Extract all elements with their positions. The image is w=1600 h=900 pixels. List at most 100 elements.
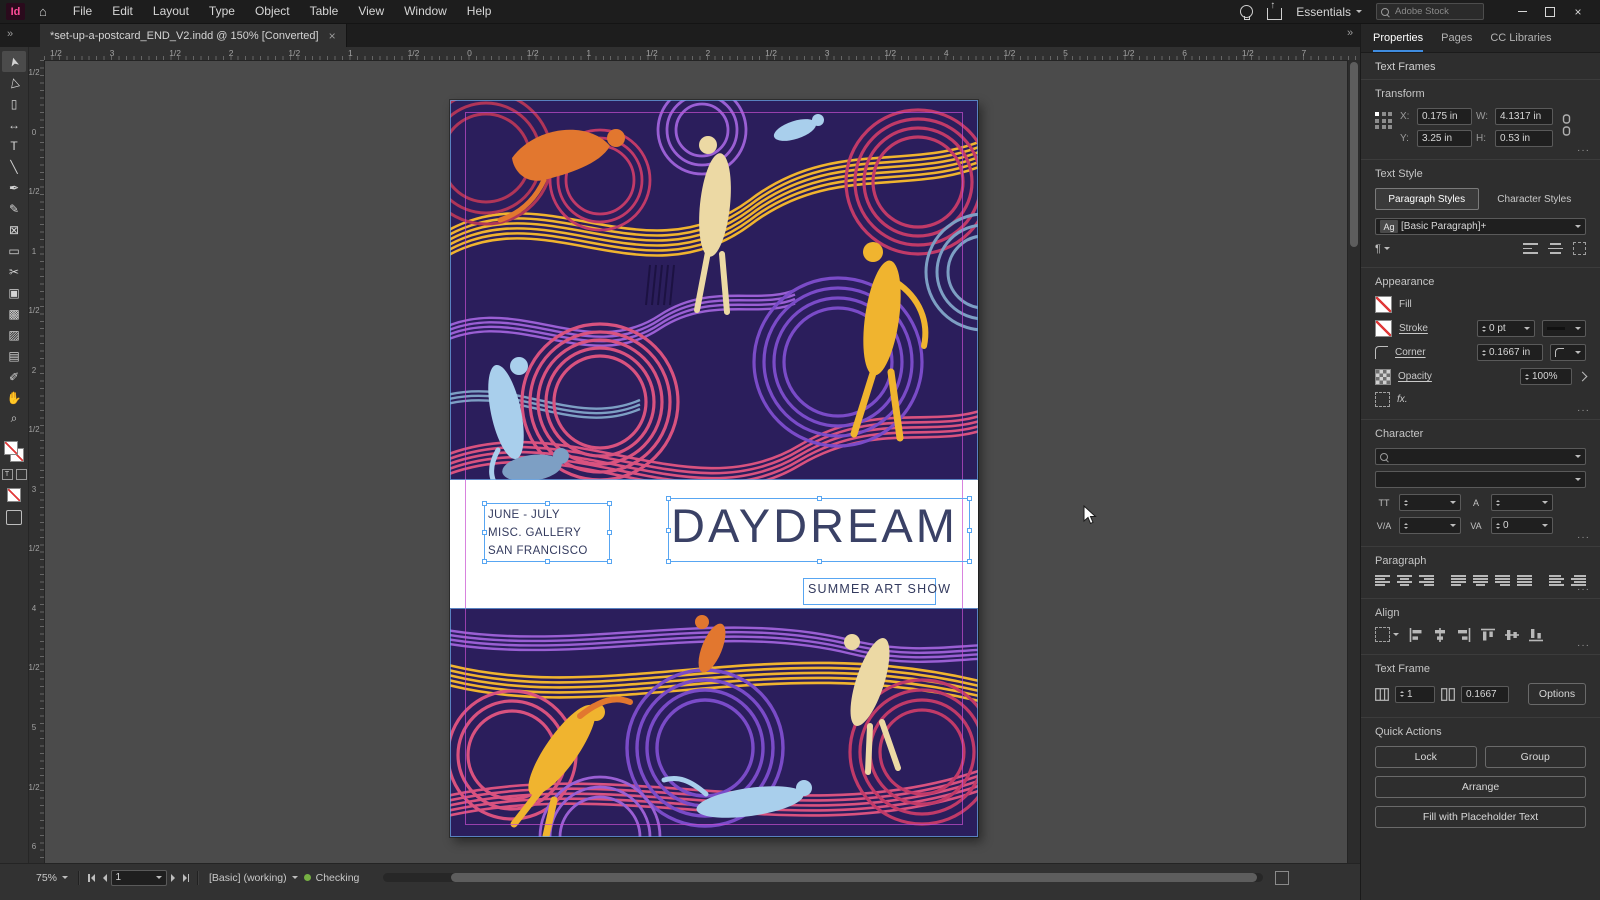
restore-button[interactable]	[1536, 1, 1564, 23]
font-style-select[interactable]	[1375, 471, 1586, 488]
document-page[interactable]: JUNE - JULY MISC. GALLERY SAN FRANCISCO …	[450, 100, 978, 837]
workspace-switcher[interactable]: Essentials	[1296, 5, 1362, 19]
fx-label[interactable]: fx.	[1397, 394, 1408, 405]
align-left-icon[interactable]	[1375, 575, 1390, 586]
corner-shape-select[interactable]	[1550, 344, 1586, 361]
character-styles-tab[interactable]: Character Styles	[1483, 188, 1587, 210]
selection-handle[interactable]	[544, 501, 550, 506]
opacity-link[interactable]: Opacity	[1398, 371, 1432, 382]
pilcrow-options-icon[interactable]: ¶	[1375, 243, 1381, 255]
selection-handle[interactable]	[967, 559, 972, 564]
object-effects-icon[interactable]	[1375, 392, 1390, 407]
menu-edit[interactable]: Edit	[102, 0, 143, 23]
selection-handle[interactable]	[666, 559, 671, 564]
formatting-affects-text-toggle[interactable]: T	[1, 469, 13, 480]
y-input[interactable]: 3.25 in	[1417, 130, 1472, 147]
align-towards-spine-icon[interactable]	[1549, 575, 1564, 586]
close-button[interactable]: ×	[1564, 1, 1592, 23]
tool-pen[interactable]: ✒	[2, 177, 26, 198]
screen-mode-button[interactable]	[6, 510, 22, 525]
align-right-edges-icon[interactable]	[1457, 627, 1471, 642]
corner-link[interactable]: Corner	[1395, 347, 1426, 358]
tool-hand[interactable]: ✋	[2, 387, 26, 408]
text-frame-details[interactable]: JUNE - JULY MISC. GALLERY SAN FRANCISCO	[482, 501, 612, 564]
minimize-button[interactable]	[1508, 1, 1536, 23]
more-options-button[interactable]: ···	[1577, 145, 1590, 156]
stroke-style-select[interactable]	[1542, 320, 1586, 337]
more-options-button[interactable]: ···	[1577, 405, 1590, 416]
first-page-button[interactable]	[84, 873, 99, 882]
selection-handle[interactable]	[816, 559, 822, 564]
horizontal-scrollbar-thumb[interactable]	[451, 873, 1258, 882]
align-bottom-edges-icon[interactable]	[1529, 628, 1543, 642]
stroke-link[interactable]: Stroke	[1399, 323, 1428, 334]
tool-scissors[interactable]: ✂	[2, 261, 26, 282]
align-vertical-centers-icon[interactable]	[1505, 628, 1519, 642]
tool-eyedropper[interactable]: ✐	[2, 366, 26, 387]
selection-handle[interactable]	[607, 501, 612, 506]
text-frame-subtitle[interactable]: SUMMER ART SHOW	[803, 578, 950, 605]
align-right-icon[interactable]	[1419, 575, 1434, 586]
horizontal-scrollbar[interactable]	[383, 873, 1264, 882]
menu-help[interactable]: Help	[457, 0, 502, 23]
paragraph-style-select[interactable]: Ag [Basic Paragraph]+	[1375, 218, 1586, 235]
fill-color-swatch[interactable]	[1375, 296, 1392, 313]
selection-handle[interactable]	[482, 559, 487, 564]
corner-radius-input[interactable]: 0.1667 in	[1477, 344, 1543, 361]
leading-input[interactable]	[1491, 494, 1553, 511]
tool-gradient-feather[interactable]: ▨	[2, 324, 26, 345]
last-page-button[interactable]	[179, 873, 194, 882]
horizontal-ruler[interactable]: 1/2 3 1/2 2 1/2 1 1/2 0 1/2 1 1/2 2 1/2 3 1/2 4 1/2 5 1/2 6…	[44, 47, 1361, 61]
menu-type[interactable]: Type	[199, 0, 245, 23]
menu-view[interactable]: View	[348, 0, 394, 23]
document-tab[interactable]: *set-up-a-postcard_END_V2.indd @ 150% [C…	[40, 24, 347, 47]
apply-none-button[interactable]	[7, 488, 21, 502]
group-button[interactable]: Group	[1484, 746, 1586, 768]
gutter-input[interactable]: 0.1667	[1461, 685, 1509, 703]
selection-handle[interactable]	[967, 527, 972, 533]
next-page-button[interactable]	[167, 873, 179, 882]
tool-direct-selection[interactable]: ▷	[2, 72, 26, 93]
tool-gap[interactable]: ↔	[2, 114, 26, 135]
more-options-button[interactable]: ···	[1577, 532, 1590, 543]
align-top-edges-icon[interactable]	[1481, 628, 1495, 642]
tool-type[interactable]: T	[2, 135, 26, 156]
previous-page-button[interactable]	[99, 873, 111, 882]
vertical-scrollbar[interactable]	[1347, 60, 1361, 864]
opacity-input[interactable]: 100%	[1520, 368, 1572, 385]
formatting-affects-container-toggle[interactable]	[15, 469, 27, 480]
tool-rectangle-frame[interactable]: ⊠	[2, 219, 26, 240]
justify-last-right-icon[interactable]	[1495, 575, 1510, 586]
selection-handle[interactable]	[816, 496, 822, 501]
redefine-style-icon[interactable]	[1523, 243, 1538, 254]
menu-table[interactable]: Table	[300, 0, 349, 23]
tool-selection[interactable]: ➤	[2, 51, 26, 72]
home-icon[interactable]: ⌂	[39, 4, 47, 19]
left-dock-toggle[interactable]: »	[7, 28, 13, 40]
opacity-expand-icon[interactable]	[1577, 371, 1588, 382]
fill-stroke-proxy[interactable]	[3, 439, 25, 463]
selection-handle[interactable]	[666, 496, 671, 501]
preflight-profile-select[interactable]: [Basic] (working)	[203, 872, 304, 884]
font-size-input[interactable]	[1399, 494, 1461, 511]
reference-point-grid[interactable]	[1375, 112, 1392, 129]
font-family-select[interactable]	[1375, 448, 1586, 465]
menu-object[interactable]: Object	[245, 0, 300, 23]
selection-handle[interactable]	[967, 496, 972, 501]
tool-pencil[interactable]: ✎	[2, 198, 26, 219]
justify-last-left-icon[interactable]	[1451, 575, 1466, 586]
tool-page[interactable]: ▯	[2, 93, 26, 114]
stroke-color-swatch[interactable]	[1375, 320, 1392, 337]
tool-gradient-swatch[interactable]: ▩	[2, 303, 26, 324]
stroke-weight-input[interactable]: 0 pt	[1477, 320, 1535, 337]
vertical-ruler[interactable]: 1/2 0 1/2 1 1/2 2 1/2 3 1/2 4 1/2 5 1/2 6	[28, 60, 45, 864]
arrange-button[interactable]: Arrange	[1375, 776, 1586, 798]
x-input[interactable]: 0.175 in	[1417, 108, 1472, 125]
justify-last-center-icon[interactable]	[1473, 575, 1488, 586]
tab-properties[interactable]: Properties	[1373, 32, 1424, 52]
selection-handle[interactable]	[666, 527, 671, 533]
paragraph-styles-tab[interactable]: Paragraph Styles	[1375, 188, 1479, 210]
align-left-edges-icon[interactable]	[1409, 627, 1423, 642]
stock-search-input[interactable]	[1393, 5, 1475, 18]
zoom-level-select[interactable]: 75%	[30, 872, 74, 884]
